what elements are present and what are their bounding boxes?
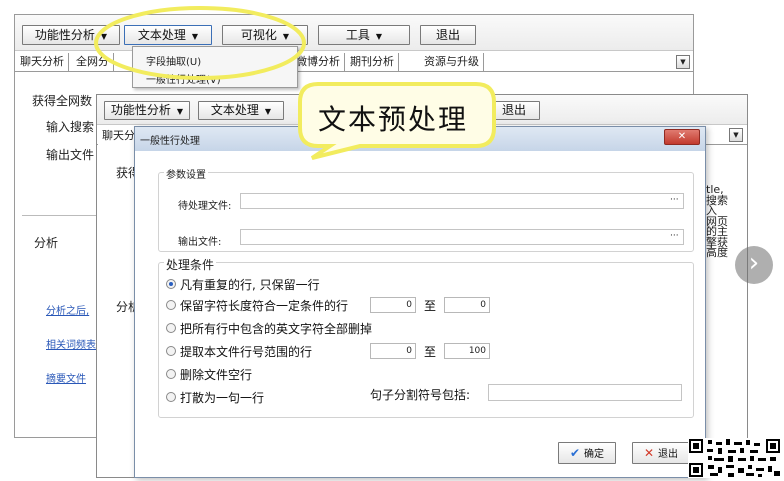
callout-text: 文本预处理 <box>318 103 469 136</box>
chevron-right-icon: › <box>748 248 760 278</box>
qr-code-icon <box>689 439 780 477</box>
callout-highlight-ellipse <box>94 6 496 160</box>
menu-highlight-ellipse <box>94 6 306 80</box>
qr-code <box>688 438 782 478</box>
next-page-button[interactable]: › <box>735 246 773 284</box>
